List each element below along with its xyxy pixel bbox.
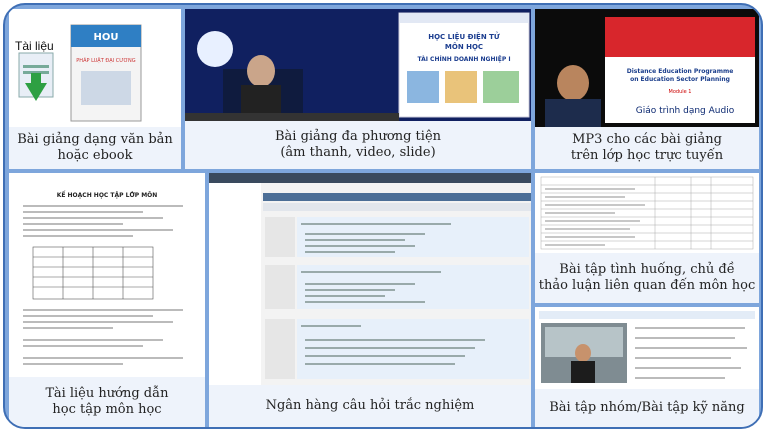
hou-logo: HOU (94, 32, 119, 43)
video-player: HỌC LIỆU ĐIỆN TỬ MÔN HỌC TÀI CHÍNH DOANH… (185, 9, 531, 121)
tile-multimedia: HỌC LIỆU ĐIỆN TỬ MÔN HỌC TÀI CHÍNH DOANH… (185, 9, 531, 169)
tile-group-work: Bài tập nhóm/Bài tập kỹ năng (535, 307, 759, 427)
tile-study-guide: KẾ HOẠCH HỌC TẬP LỚP MÔN Tài liệu hướng … (9, 173, 205, 427)
tile-ebook: HOU PHÁP LUẬT ĐẠI CƯƠNG Tài liệu Bài giả… (9, 9, 181, 169)
caption-line1: Ngân hàng câu hỏi trắc nghiệm (265, 397, 475, 413)
caption: MP3 cho các bài giảng trên lớp học trực … (535, 127, 759, 169)
tile-mp3: Distance Education Programme on Educatio… (535, 9, 759, 169)
caption: Tài liệu hướng dẫn học tập môn học (9, 377, 205, 427)
caption: Bài tập nhóm/Bài tập kỹ năng (535, 389, 759, 427)
caption: Bài giảng đa phương tiện (âm thanh, vide… (185, 121, 531, 169)
audio-label: Giáo trình dạng Audio (636, 106, 735, 116)
caption-line1: Bài giảng dạng văn bản (17, 131, 173, 147)
caption-line1: Bài tập tình huống, chủ đề (559, 261, 735, 277)
caption-line1: Bài tập nhóm/Bài tập kỹ năng (549, 399, 745, 415)
collage-frame: HOU PHÁP LUẬT ĐẠI CƯƠNG Tài liệu Bài giả… (3, 3, 763, 429)
book-title: PHÁP LUẬT ĐẠI CƯƠNG (76, 57, 136, 64)
book-title2: on Education Sector Planning (630, 76, 730, 83)
module: Module 1 (669, 89, 692, 95)
study-guide-doc: KẾ HOẠCH HỌC TẬP LỚP MÔN (9, 173, 205, 377)
audio-course-image: Distance Education Programme on Educatio… (535, 9, 759, 127)
tile-case-studies: Bài tập tình huống, chủ đề thảo luận liê… (535, 173, 759, 303)
quiz-screenshot (209, 173, 531, 385)
caption-line2: trên lớp học trực tuyến (570, 148, 724, 163)
caption-line1: Bài giảng đa phương tiện (274, 128, 442, 144)
tile-quiz-bank: Ngân hàng câu hỏi trắc nghiệm (209, 173, 531, 427)
group-work-screenshot (535, 307, 759, 389)
caption-line1: Tài liệu hướng dẫn (45, 385, 169, 401)
presenter (575, 344, 591, 362)
hou-logo-icon (197, 31, 233, 67)
caption-line2: hoặc ebook (57, 148, 133, 163)
case-table (535, 173, 759, 253)
slide-line1: HỌC LIỆU ĐIỆN TỬ (428, 31, 500, 41)
caption: Bài giảng dạng văn bản hoặc ebook (9, 127, 181, 169)
caption-line2: (âm thanh, video, slide) (280, 145, 436, 160)
caption: Bài tập tình huống, chủ đề thảo luận liê… (535, 253, 759, 303)
doc-title: KẾ HOẠCH HỌC TẬP LỚP MÔN (57, 191, 158, 199)
caption-line2: học tập môn học (52, 402, 162, 417)
caption-line2: thảo luận liên quan đến môn học (538, 278, 756, 293)
tag-tai-lieu: Tài liệu (15, 39, 54, 53)
speaker (557, 65, 589, 101)
slide-line2: MÔN HỌC (445, 42, 483, 51)
slide-line3: TÀI CHÍNH DOANH NGHIỆP I (417, 55, 510, 63)
ebook-illustration: HOU PHÁP LUẬT ĐẠI CƯƠNG (18, 24, 142, 122)
book-title1: Distance Education Programme (627, 68, 734, 75)
caption: Ngân hàng câu hỏi trắc nghiệm (209, 385, 531, 427)
presenter (247, 55, 275, 87)
caption-line1: MP3 cho các bài giảng (572, 131, 722, 147)
